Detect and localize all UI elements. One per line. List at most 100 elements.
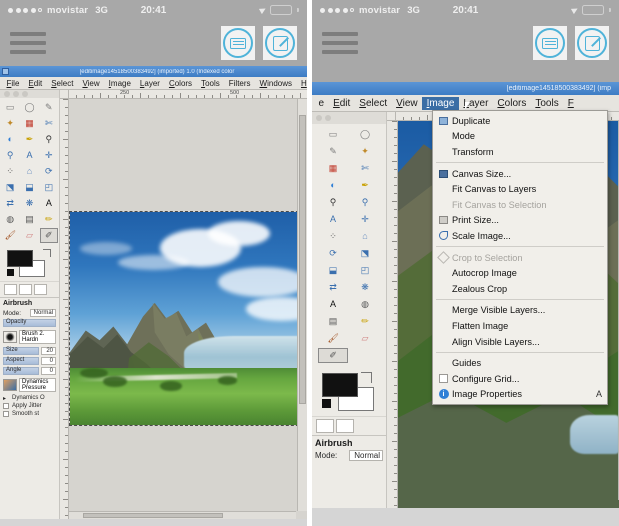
menu-item-layer[interactable]: Layer <box>459 97 493 110</box>
bucket-fill-tool[interactable]: ◍ <box>350 297 380 312</box>
text-tool[interactable]: A <box>40 196 58 211</box>
menu-item-guides[interactable]: Guides <box>433 355 607 371</box>
mode-value[interactable]: Normal <box>30 309 56 317</box>
zoom-tool[interactable]: ⚲ <box>1 148 19 163</box>
hamburger-menu-icon-right[interactable] <box>322 32 358 54</box>
bucket-fill-tool[interactable]: ◍ <box>1 212 19 227</box>
measure-tool[interactable]: A <box>318 212 348 227</box>
swap-colors-icon-right[interactable] <box>361 372 372 383</box>
fuzzy-select-tool[interactable]: ✦ <box>350 144 380 159</box>
move-tool[interactable]: ✛ <box>350 212 380 227</box>
menu-item-scale-image[interactable]: Scale Image... <box>433 228 607 244</box>
mode-value-right[interactable]: Normal <box>349 450 383 461</box>
angle-value[interactable]: 0 <box>41 367 56 375</box>
menu-item-colors[interactable]: Colors <box>493 97 531 110</box>
free-select-tool[interactable]: ✎ <box>40 100 58 115</box>
angle-row[interactable]: Angle 0 <box>0 366 59 376</box>
smooth-stroke-row[interactable]: Smooth st <box>0 410 59 418</box>
dynamics-row[interactable]: Dynamics Pressure <box>0 376 59 394</box>
swap-colors-icon[interactable] <box>43 249 51 257</box>
aspect-row[interactable]: Aspect 0 <box>0 356 59 366</box>
airbrush-tool[interactable]: ✐ <box>318 348 348 363</box>
flip-tool[interactable]: ⇄ <box>1 196 19 211</box>
menu-item-file[interactable]: File <box>2 77 24 90</box>
cage-transform-tool[interactable]: ❋ <box>20 196 38 211</box>
menu-item-edit[interactable]: Edit <box>329 97 355 110</box>
menu-item-tools[interactable]: Tools <box>197 77 225 90</box>
default-colors-icon[interactable] <box>7 269 14 276</box>
rect-select-tool[interactable]: ▭ <box>318 127 348 142</box>
measure-tool[interactable]: A <box>20 148 38 163</box>
menu-item-align-visible-layers[interactable]: Align Visible Layers... <box>433 334 607 350</box>
compose-button[interactable] <box>263 26 297 60</box>
foreground-select-tool[interactable]: ◐ <box>318 178 348 193</box>
keyboard-button[interactable] <box>221 26 255 60</box>
foreground-color-swatch[interactable] <box>7 250 33 267</box>
mountain-landscape-photo[interactable] <box>69 211 307 426</box>
airbrush-tool[interactable]: ✐ <box>39 228 58 243</box>
gradient-preview[interactable] <box>34 284 47 295</box>
scale-tool[interactable]: ⬔ <box>1 180 19 195</box>
foreground-select-tool[interactable]: ◐ <box>1 132 19 147</box>
eraser-tool[interactable]: ▱ <box>20 228 38 243</box>
menu-item-merge-visible-layers[interactable]: Merge Visible Layers... <box>433 303 607 319</box>
menu-item-e[interactable]: e <box>314 97 329 110</box>
text-tool[interactable]: A <box>318 297 348 312</box>
menu-item-edit[interactable]: Edit <box>24 77 47 90</box>
ellipse-select-tool[interactable]: ◯ <box>350 127 380 142</box>
menu-item-flatten-image[interactable]: Flatten Image <box>433 318 607 334</box>
size-value[interactable]: 20 <box>41 347 56 355</box>
paintbrush-tool[interactable]: 🖌 <box>1 228 19 243</box>
pencil-tool[interactable]: ✏ <box>350 314 380 329</box>
color-picker-tool[interactable]: ⚲ <box>40 132 58 147</box>
pattern-preview-right[interactable] <box>336 419 354 433</box>
ellipse-select-tool[interactable]: ◯ <box>20 100 38 115</box>
size-row[interactable]: Size 20 <box>0 346 59 356</box>
opacity-row[interactable]: Opacity <box>0 318 59 328</box>
compose-button-right[interactable] <box>575 26 609 60</box>
eraser-tool[interactable]: ▱ <box>350 331 380 346</box>
image-canvas[interactable] <box>69 99 307 519</box>
brush-preview-right[interactable] <box>316 419 334 433</box>
pencil-tool[interactable]: ✏ <box>40 212 58 227</box>
brush-name[interactable]: Brush 2. Hardn <box>19 330 56 344</box>
shear-tool[interactable]: ⬓ <box>20 180 38 195</box>
menu-item-tools[interactable]: Tools <box>531 97 563 110</box>
fuzzy-select-tool[interactable]: ✦ <box>1 116 19 131</box>
dynamics-options-row[interactable]: ▸ Dynamics O <box>0 394 59 402</box>
color-swatch-right[interactable] <box>320 372 380 414</box>
menu-item-zealous-crop[interactable]: Zealous Crop <box>433 281 607 297</box>
free-select-tool[interactable]: ✎ <box>318 144 348 159</box>
dynamics-icon[interactable] <box>3 379 17 391</box>
menu-item-autocrop-image[interactable]: Autocrop Image <box>433 265 607 281</box>
brush-row[interactable]: Brush 2. Hardn <box>0 328 59 346</box>
menu-item-print-size[interactable]: Print Size... <box>433 213 607 229</box>
perspective-tool[interactable]: ◰ <box>350 263 380 278</box>
horizontal-scrollbar[interactable] <box>69 511 296 519</box>
aspect-value[interactable]: 0 <box>41 357 56 365</box>
color-swatch[interactable] <box>5 249 55 279</box>
rotate-tool[interactable]: ⟳ <box>318 246 348 261</box>
cage-transform-tool[interactable]: ❋ <box>350 280 380 295</box>
perspective-tool[interactable]: ◰ <box>40 180 58 195</box>
menu-item-image-properties[interactable]: i Image Properties A <box>433 387 607 403</box>
menu-item-configure-grid[interactable]: Configure Grid... <box>433 371 607 387</box>
default-colors-icon-right[interactable] <box>322 399 331 408</box>
menu-item-image[interactable]: Image <box>104 77 135 90</box>
expander-icon[interactable]: ▸ <box>3 395 9 402</box>
brush-icon[interactable] <box>3 331 17 343</box>
menu-item-image[interactable]: Image <box>422 96 459 110</box>
canvas-area-left[interactable]: 250 500 <box>60 90 307 519</box>
menu-item-view[interactable]: View <box>392 97 423 110</box>
paths-tool[interactable]: ✒ <box>20 132 38 147</box>
vertical-scrollbar[interactable] <box>297 99 307 511</box>
zoom-tool[interactable]: ⚲ <box>350 195 380 210</box>
mode-row[interactable]: Mode: Normal <box>0 308 59 318</box>
gradient-tool[interactable]: ▤ <box>20 212 38 227</box>
menu-item-mode[interactable]: Mode <box>433 129 607 145</box>
menu-item-view[interactable]: View <box>78 77 104 90</box>
apply-jitter-checkbox[interactable] <box>3 403 9 409</box>
menu-item-select[interactable]: Select <box>47 77 78 90</box>
alignment-tool[interactable]: ⁘ <box>1 164 19 179</box>
scissors-select-tool[interactable]: ✄ <box>40 116 58 131</box>
